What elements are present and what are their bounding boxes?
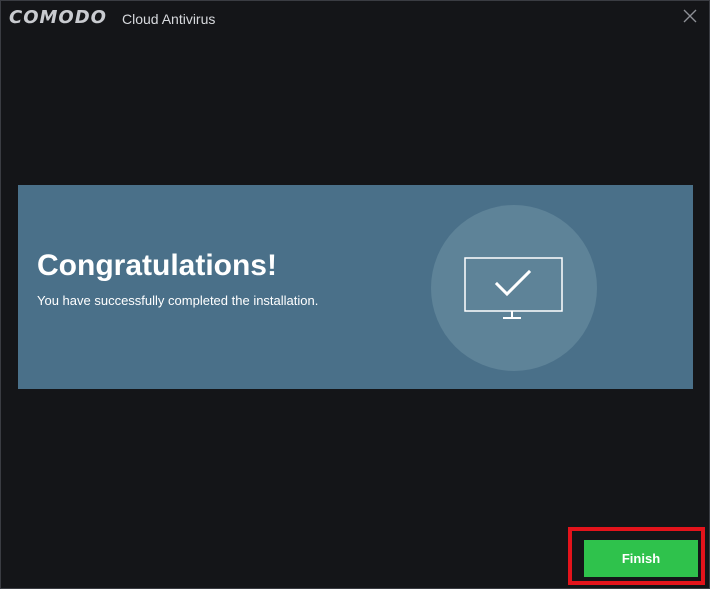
congratulations-heading: Congratulations! <box>37 249 277 282</box>
close-button[interactable] <box>679 5 701 27</box>
monitor-check-icon <box>464 257 563 319</box>
title-bar: COMODO Cloud Antivirus <box>1 1 709 35</box>
product-name: Cloud Antivirus <box>122 11 216 27</box>
finish-button[interactable]: Finish <box>584 540 698 577</box>
illustration-circle <box>431 205 597 371</box>
success-banner: Congratulations! You have successfully c… <box>18 185 693 389</box>
brand-logo: COMODO <box>9 7 107 28</box>
installer-window: COMODO Cloud Antivirus Congratulations! … <box>0 0 710 589</box>
success-message: You have successfully completed the inst… <box>37 293 319 308</box>
close-icon <box>683 9 697 23</box>
